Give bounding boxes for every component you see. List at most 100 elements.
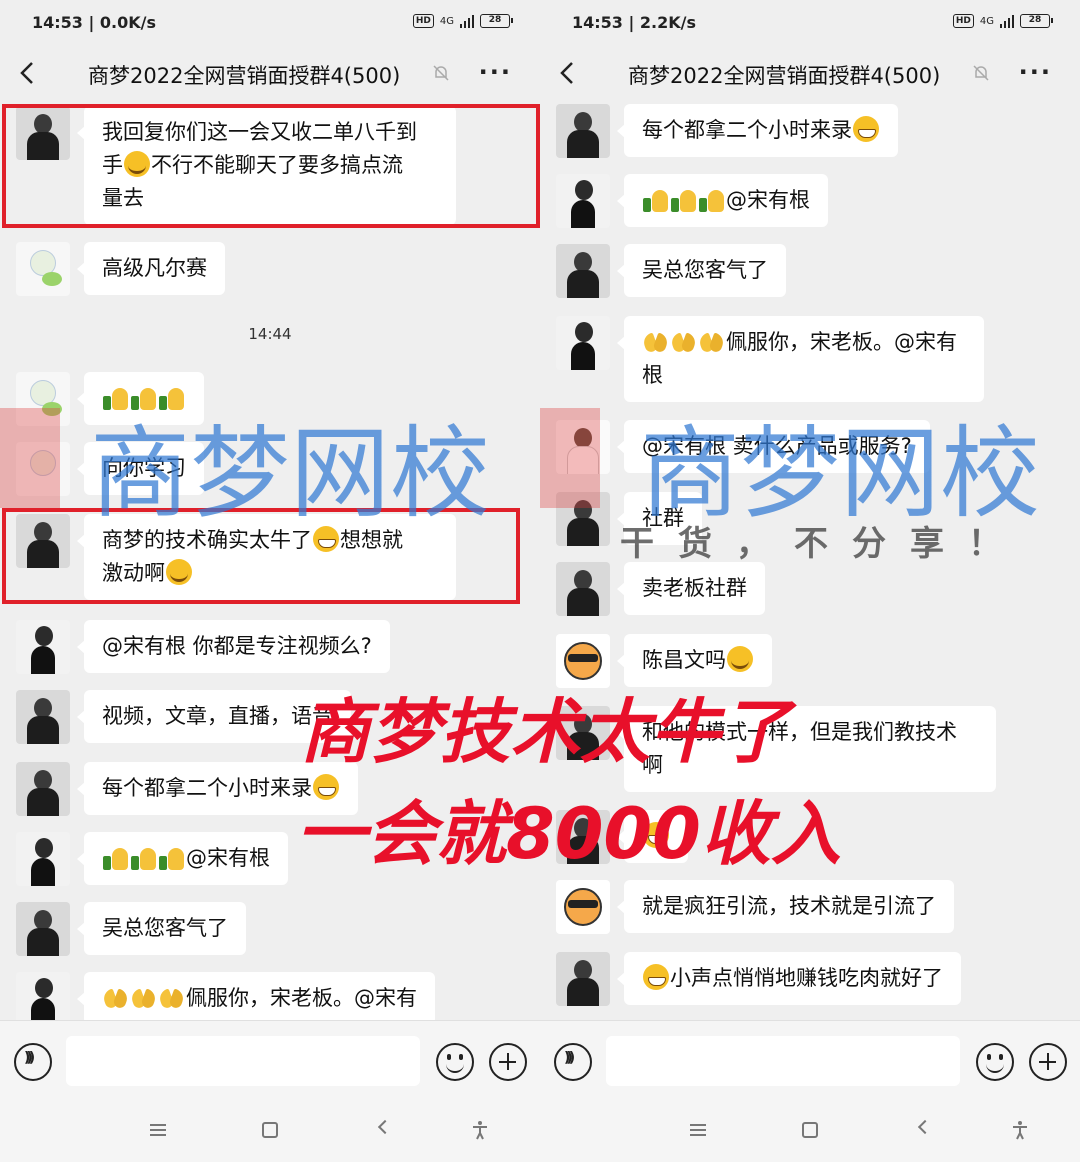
message-text: 吴总您客气了	[642, 258, 768, 282]
mute-bell-icon	[433, 65, 449, 81]
avatar[interactable]	[556, 244, 610, 298]
message-bubble: @宋有根 卖什么产品或服务?	[617, 420, 930, 473]
message-bubble	[77, 372, 204, 425]
message-text: @宋有根 你都是专注视频么?	[102, 634, 372, 658]
message-text: @宋有根	[726, 188, 810, 212]
avatar[interactable]	[556, 880, 610, 934]
avatar[interactable]	[556, 952, 610, 1006]
hd-icon: HD	[952, 14, 974, 28]
voice-input-icon[interactable]	[554, 1043, 592, 1081]
mute-bell-icon	[973, 65, 989, 81]
avatar[interactable]	[16, 832, 70, 886]
avatar[interactable]	[556, 420, 610, 474]
thumbs-up-icon	[671, 188, 697, 212]
menu-icon[interactable]	[150, 1124, 166, 1136]
network-type: 4G	[979, 15, 994, 27]
grin-emoji-icon	[853, 116, 879, 142]
avatar[interactable]	[16, 620, 70, 674]
avatar[interactable]	[16, 242, 70, 296]
thumbs-up-icon	[131, 386, 157, 410]
signal-icon	[1000, 14, 1014, 28]
group-title: 商梦2022全网营销面授群4(500)	[628, 64, 941, 88]
back-arrow-icon[interactable]	[558, 60, 578, 86]
right-chat-screen: 14:53 | 2.2K/s HD 4G 28 商梦2022全网营销面授群4(5…	[540, 0, 1080, 1162]
avatar[interactable]	[556, 174, 610, 228]
avatar[interactable]	[556, 492, 610, 546]
clapping-hands-icon	[671, 330, 697, 354]
thumbs-up-icon	[131, 846, 157, 870]
back-arrow-icon[interactable]	[18, 60, 38, 86]
highlight-box	[2, 104, 540, 228]
thumbs-up-icon	[699, 188, 725, 212]
status-icons: HD 4G 28	[412, 14, 513, 28]
system-nav-bar	[0, 1102, 540, 1162]
message-text: 佩服你，宋老板。@宋有	[726, 330, 957, 354]
message-bubble: @宋有根	[617, 174, 828, 227]
avatar[interactable]	[556, 316, 610, 370]
message-text: 就是疯狂引流，技术就是引流了	[642, 894, 936, 918]
emoji-button-icon[interactable]	[976, 1043, 1014, 1081]
home-icon[interactable]	[262, 1122, 278, 1138]
message-text: 根	[642, 363, 663, 387]
message-text: 社群	[642, 506, 684, 530]
avatar[interactable]	[16, 972, 70, 1026]
avatar[interactable]	[16, 690, 70, 744]
message-bubble: 社群	[617, 492, 702, 545]
message-text: 佩服你，宋老板。@宋有	[186, 986, 417, 1010]
message-text: 向你学习	[102, 456, 186, 480]
message-text: 高级凡尔赛	[102, 256, 207, 280]
clapping-hands-icon	[131, 986, 157, 1010]
message-bubble: 小声点悄悄地赚钱吃肉就好了	[617, 952, 961, 1005]
avatar[interactable]	[16, 442, 70, 496]
avatar[interactable]	[556, 562, 610, 616]
message-bubble: 高级凡尔赛	[77, 242, 225, 295]
plus-button-icon[interactable]	[489, 1043, 527, 1081]
plus-button-icon[interactable]	[1029, 1043, 1067, 1081]
grin-emoji-icon	[643, 964, 669, 990]
chat-header: 商梦2022全网营销面授群4(500) ···	[540, 46, 1080, 102]
status-time: 14:53 | 0.0K/s	[32, 13, 157, 32]
clapping-hands-icon	[103, 986, 129, 1010]
accessibility-icon[interactable]	[470, 1120, 490, 1140]
thumbs-up-icon	[103, 386, 129, 410]
message-input[interactable]	[66, 1036, 420, 1086]
clapping-hands-icon	[643, 330, 669, 354]
message-bubble: @宋有根 你都是专注视频么?	[77, 620, 390, 673]
input-bar	[0, 1020, 540, 1102]
message-text: 卖老板社群	[642, 576, 747, 600]
avatar[interactable]	[16, 902, 70, 956]
avatar[interactable]	[16, 762, 70, 816]
message-bubble: 就是疯狂引流，技术就是引流了	[617, 880, 954, 933]
message-text: @宋有根	[186, 846, 270, 870]
status-time: 14:53 | 2.2K/s	[572, 13, 697, 32]
accessibility-icon[interactable]	[1010, 1120, 1030, 1140]
message-text: @宋有根 卖什么产品或服务?	[642, 434, 912, 458]
more-options-icon[interactable]: ···	[1019, 58, 1052, 86]
message-bubble: 每个都拿二个小时来录	[617, 104, 898, 157]
clapping-hands-icon	[699, 330, 725, 354]
voice-input-icon[interactable]	[14, 1043, 52, 1081]
more-options-icon[interactable]: ···	[479, 58, 512, 86]
avatar[interactable]	[556, 104, 610, 158]
avatar[interactable]	[16, 372, 70, 426]
message-text: 小声点悄悄地赚钱吃肉就好了	[670, 966, 943, 990]
system-nav-bar	[540, 1102, 1080, 1162]
menu-icon[interactable]	[690, 1124, 706, 1136]
back-icon[interactable]	[377, 1119, 393, 1135]
highlight-box	[2, 508, 520, 604]
emoji-button-icon[interactable]	[436, 1043, 474, 1081]
message-text: 视频，文章，直播，语音	[102, 704, 333, 728]
message-bubble: 吴总您客气了	[77, 902, 246, 955]
status-bar: 14:53 | 2.2K/s HD 4G 28	[540, 0, 1080, 46]
message-bubble: 卖老板社群	[617, 562, 765, 615]
message-text: 陈昌文吗	[642, 648, 726, 672]
thumbs-up-icon	[159, 386, 185, 410]
message-text: 吴总您客气了	[102, 916, 228, 940]
message-input[interactable]	[606, 1036, 960, 1086]
message-text: 每个都拿二个小时来录	[642, 118, 852, 142]
home-icon[interactable]	[802, 1122, 818, 1138]
back-icon[interactable]	[917, 1119, 933, 1135]
message-bubble: 佩服你，宋老板。@宋有 根	[617, 316, 984, 402]
battery-icon: 28	[1020, 14, 1053, 28]
network-type: 4G	[439, 15, 454, 27]
